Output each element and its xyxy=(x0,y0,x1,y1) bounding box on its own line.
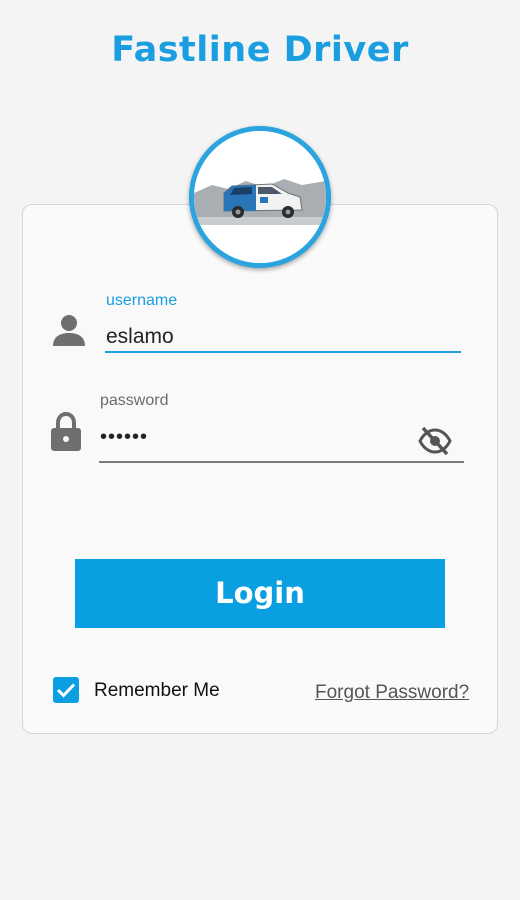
eye-off-icon[interactable] xyxy=(418,424,452,463)
app-logo-avatar xyxy=(189,126,331,268)
lock-icon xyxy=(50,411,82,457)
taxi-car-image xyxy=(194,131,326,263)
remember-me-label[interactable]: Remember Me xyxy=(94,680,220,702)
username-underline xyxy=(105,351,461,353)
app-title: Fastline Driver xyxy=(111,30,409,70)
login-button[interactable]: Login xyxy=(75,559,445,628)
password-input[interactable]: •••••• xyxy=(100,426,148,449)
remember-me-checkbox[interactable] xyxy=(53,677,79,703)
password-underline xyxy=(99,461,464,463)
person-icon xyxy=(52,312,86,353)
password-label: password xyxy=(100,392,169,409)
username-label: username xyxy=(106,292,178,309)
forgot-password-link[interactable]: Forgot Password? xyxy=(315,682,469,704)
checkmark-icon xyxy=(56,683,76,698)
username-input[interactable]: eslamo xyxy=(106,325,174,349)
